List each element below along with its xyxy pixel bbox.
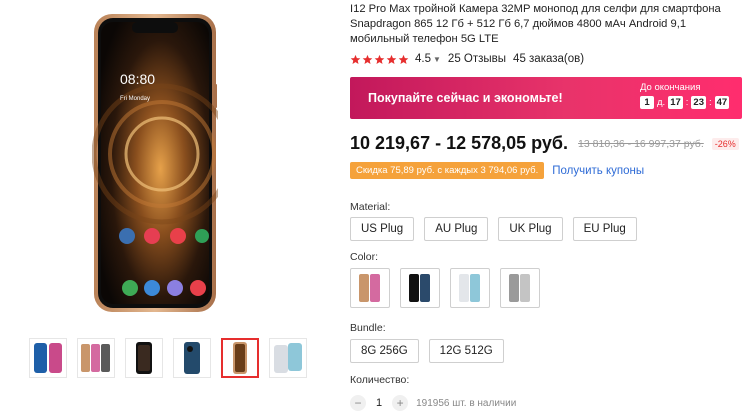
countdown-days-suffix: д. bbox=[657, 97, 666, 108]
option-12g-512g[interactable]: 12G 512G bbox=[428, 339, 504, 363]
quantity-stepper: − 1 + 191956 шт. в наличии bbox=[350, 395, 516, 411]
material-label: Material: bbox=[350, 201, 391, 213]
star-icon bbox=[350, 54, 361, 64]
thumbnail-1[interactable] bbox=[29, 338, 67, 378]
color-swatch-white[interactable] bbox=[450, 268, 490, 308]
quantity-plus-button[interactable]: + bbox=[392, 395, 409, 411]
lockscreen-date: Fri Monday bbox=[120, 96, 150, 102]
color-swatch-gray[interactable] bbox=[500, 268, 540, 308]
thumbnail-2[interactable] bbox=[77, 338, 115, 378]
star-icon bbox=[362, 54, 373, 64]
bundle-label: Bundle: bbox=[350, 322, 386, 334]
quantity-value[interactable]: 1 bbox=[376, 397, 382, 409]
get-coupons-link[interactable]: Получить купоны bbox=[552, 165, 644, 177]
option-au-plug[interactable]: AU Plug bbox=[424, 217, 489, 241]
countdown-seconds: 47 bbox=[714, 96, 730, 109]
option-8g-256g[interactable]: 8G 256G bbox=[350, 339, 419, 363]
current-price: 10 219,67 - 12 578,05 руб. bbox=[350, 133, 569, 153]
countdown-separator: : bbox=[708, 97, 712, 108]
star-icon bbox=[386, 54, 397, 64]
color-swatch-gold[interactable] bbox=[350, 268, 390, 308]
stock-available: 191956 шт. в наличии bbox=[416, 397, 517, 409]
chevron-down-icon[interactable]: ▼ bbox=[433, 55, 441, 64]
material-options: US Plug AU Plug UK Plug EU Plug bbox=[350, 217, 637, 241]
color-options bbox=[350, 268, 540, 308]
price-row: 10 219,67 - 12 578,05 руб. 13 810,36 - 1… bbox=[350, 133, 739, 154]
thumbnail-strip bbox=[29, 338, 307, 378]
coupon-badge: Скидка 75,89 руб. с каждых 3 794,06 руб. bbox=[350, 162, 545, 179]
option-uk-plug[interactable]: UK Plug bbox=[498, 217, 563, 241]
promo-banner: Покупайте сейчас и экономьте! До окончан… bbox=[350, 77, 742, 119]
rating-row: 4.5 ▼ 25 Отзывы 45 заказа(ов) bbox=[350, 53, 584, 65]
product-main-image[interactable]: 08:80 Fri Monday bbox=[91, 14, 233, 312]
star-icon bbox=[374, 54, 385, 64]
countdown-minutes: 23 bbox=[691, 96, 706, 109]
option-us-plug[interactable]: US Plug bbox=[350, 217, 415, 241]
orders-count: 45 заказа(ов) bbox=[513, 53, 585, 65]
countdown-timer: До окончания 1 д. 17 : 23 : 47 bbox=[640, 82, 730, 109]
old-price: 13 810,36 - 16 997,37 руб. bbox=[578, 137, 704, 150]
product-title: I12 Pro Max тройной Камера 32MP монопод … bbox=[350, 3, 721, 45]
promo-text: Покупайте сейчас и экономьте! bbox=[368, 91, 563, 105]
bundle-options: 8G 256G 12G 512G bbox=[350, 339, 504, 363]
discount-badge: -26% bbox=[711, 137, 739, 150]
countdown-separator: : bbox=[685, 97, 689, 108]
star-icon bbox=[398, 54, 409, 64]
thumbnail-5-selected[interactable] bbox=[221, 338, 259, 378]
quantity-label: Количество: bbox=[350, 374, 410, 386]
color-label: Color: bbox=[350, 251, 379, 263]
color-swatch-black[interactable] bbox=[400, 268, 440, 308]
countdown-hours: 17 bbox=[668, 96, 683, 109]
quantity-minus-button[interactable]: − bbox=[350, 395, 366, 411]
thumbnail-6[interactable] bbox=[269, 338, 307, 378]
coupon-row: Скидка 75,89 руб. с каждых 3 794,06 руб.… bbox=[350, 162, 644, 179]
thumbnail-4[interactable] bbox=[173, 338, 211, 378]
countdown-days: 1 bbox=[640, 96, 654, 109]
countdown-label: До окончания bbox=[640, 82, 701, 93]
rating-stars bbox=[350, 54, 409, 65]
lockscreen-time: 08:80 bbox=[120, 71, 155, 87]
rating-value: 4.5 bbox=[415, 53, 431, 65]
reviews-count[interactable]: 25 Отзывы bbox=[448, 53, 506, 65]
thumbnail-3[interactable] bbox=[125, 338, 163, 378]
option-eu-plug[interactable]: EU Plug bbox=[572, 217, 637, 241]
